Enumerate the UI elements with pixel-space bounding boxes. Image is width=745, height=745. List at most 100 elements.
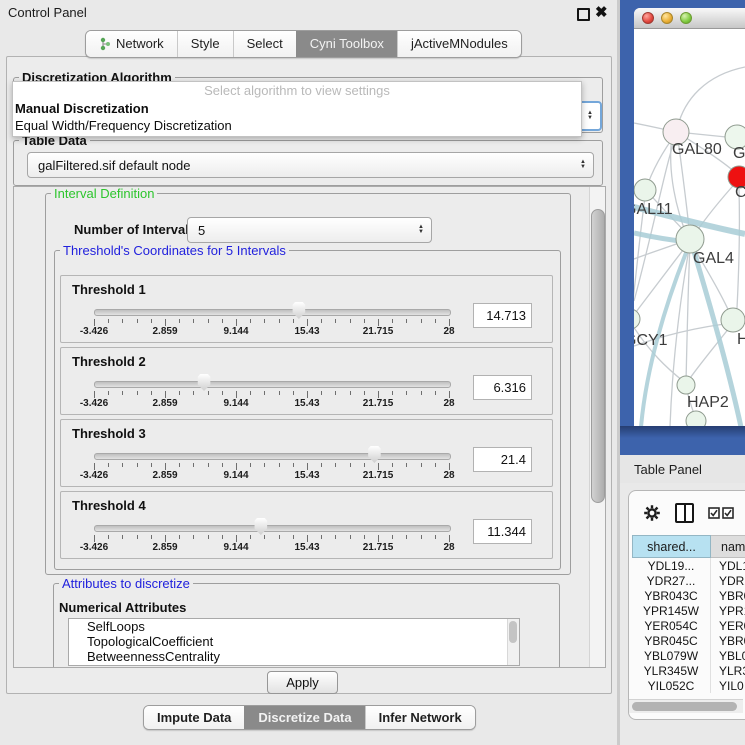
column-header-1[interactable]: shared... [632, 535, 711, 558]
slider-thumb[interactable] [197, 374, 212, 391]
table-row[interactable]: YDL19...YDL1 [632, 558, 745, 573]
table-cell: YDL1 [711, 558, 745, 573]
tab-label: Network [116, 31, 164, 57]
tab-label: Infer Network [379, 706, 462, 729]
slider-thumb[interactable] [291, 302, 306, 319]
combo-stepper-icon: ▲▼ [587, 111, 593, 121]
attribute-item[interactable]: TopologicalCoefficient [69, 634, 519, 649]
slider-track[interactable] [94, 525, 451, 532]
network-edge [677, 67, 745, 129]
tab-jactivemnodules[interactable]: jActiveMNodules [397, 31, 521, 57]
tab-network[interactable]: Network [86, 31, 177, 57]
tab-infer-network[interactable]: Infer Network [365, 706, 475, 729]
slider-ticks [94, 319, 450, 326]
column-header-2[interactable]: name [711, 535, 745, 558]
network-node-label: GAL11 [634, 201, 673, 218]
network-canvas[interactable]: GAL80GACGAL11GAL4GCY1HHAP2 [634, 29, 745, 426]
slider-tick-label: 9.144 [223, 542, 248, 553]
mac-zoom-icon[interactable] [680, 12, 692, 24]
settings-vertical-scrollbar[interactable] [589, 187, 605, 667]
table-row[interactable]: YER054CYER0 [632, 618, 745, 633]
table-row[interactable]: YBL079WYBL0 [632, 648, 745, 663]
mac-minimize-icon[interactable] [661, 12, 673, 24]
select-columns-icon[interactable] [708, 507, 734, 519]
threshold-label: Threshold 2 [72, 354, 146, 369]
table-cell: YBR0 [711, 633, 745, 648]
table-row[interactable]: YIL052CYIL0 [632, 678, 745, 693]
tab-label: Select [247, 31, 283, 57]
table-cell: YBR043C [632, 588, 711, 603]
tab-style[interactable]: Style [177, 31, 233, 57]
interval-definition-group: Interval Definition Number of Intervals … [45, 193, 571, 575]
slider-tick-label: 9.144 [223, 470, 248, 481]
network-node-gcy1[interactable] [634, 309, 640, 329]
number-of-intervals-select[interactable]: 5 ▲▼ [187, 217, 432, 243]
slider-tick-label: 15.43 [294, 470, 319, 481]
table-row[interactable]: YBR043CYBR0 [632, 588, 745, 603]
tab-label: Impute Data [157, 706, 231, 729]
network-node-hap2[interactable] [677, 376, 695, 394]
table-row[interactable]: YLR345WYLR3 [632, 663, 745, 678]
cyni-mode-tabs: Impute Data Discretize Data Infer Network [143, 705, 476, 730]
apply-button[interactable]: Apply [267, 671, 338, 694]
threshold-value-field[interactable]: 11.344 [473, 519, 532, 544]
threshold-value-field[interactable]: 21.4 [473, 447, 532, 472]
tab-cyni-toolbox[interactable]: Cyni Toolbox [296, 31, 397, 57]
threshold-4-box: Threshold 4-3.4262.8599.14415.4321.71528… [60, 491, 553, 559]
network-node-h[interactable] [721, 308, 745, 332]
dropdown-hint: Select algorithm to view settings [13, 82, 581, 100]
tab-select[interactable]: Select [233, 31, 296, 57]
slider-track[interactable] [94, 309, 451, 316]
table-toolbar [629, 491, 745, 535]
slider-tick-label: -3.426 [80, 326, 108, 337]
threshold-value-field[interactable]: 14.713 [473, 303, 532, 328]
threshold-2-box: Threshold 2-3.4262.8599.14415.4321.71528… [60, 347, 553, 415]
network-node[interactable] [686, 411, 706, 426]
network-window: GAL80GACGAL11GAL4GCY1HHAP2 [634, 8, 745, 426]
slider-thumb[interactable] [367, 446, 382, 463]
table-cell: YPR145W [632, 603, 711, 618]
network-node-gal11[interactable] [634, 179, 656, 201]
numerical-attributes-list[interactable]: SelfLoopsTopologicalCoefficientBetweenne… [68, 618, 520, 666]
network-node-label: GCY1 [634, 332, 668, 349]
dropdown-option-0[interactable]: Manual Discretization [13, 100, 581, 117]
mac-close-icon[interactable] [642, 12, 654, 24]
gear-icon[interactable] [643, 504, 661, 522]
table-row[interactable]: YPR145WYPR1 [632, 603, 745, 618]
threshold-1-box: Threshold 1-3.4262.8599.14415.4321.71528… [60, 275, 553, 343]
attributes-list-scrollbar[interactable] [507, 619, 519, 665]
table-row[interactable]: YDR27...YDR2 [632, 573, 745, 588]
table-data-select[interactable]: galFiltered.sif default node ▲▼ [27, 152, 594, 178]
attribute-item[interactable]: SelfLoops [69, 619, 519, 634]
slider-tick-label: 2.859 [152, 326, 177, 337]
slider-track[interactable] [94, 381, 451, 388]
network-node-label: C [735, 184, 745, 201]
network-window-titlebar[interactable] [634, 8, 745, 29]
attributes-list-scrollbar-thumb[interactable] [509, 621, 517, 643]
threshold-value-field[interactable]: 6.316 [473, 375, 532, 400]
network-node-label: GAL4 [693, 250, 734, 267]
table-horizontal-scrollbar[interactable] [629, 699, 743, 713]
table-cell: YDR2 [711, 573, 745, 588]
slider-tick-label: -3.426 [80, 398, 108, 409]
close-icon[interactable]: ✖ [595, 3, 608, 21]
slider-tick-label: 21.715 [363, 470, 394, 481]
table-scrollbar-thumb[interactable] [632, 702, 737, 711]
network-node-label: GAL80 [672, 141, 722, 158]
slider-tick-label: 15.43 [294, 326, 319, 337]
float-window-icon[interactable] [577, 8, 590, 21]
slider-track[interactable] [94, 453, 451, 460]
network-node-label: HAP2 [687, 394, 729, 411]
node-table-container: shared...name YDL19...YDL1YDR27...YDR2YB… [628, 490, 745, 720]
tab-impute-data[interactable]: Impute Data [144, 706, 244, 729]
number-of-intervals-label: Number of Intervals [74, 222, 196, 237]
network-node-gal4[interactable] [676, 225, 704, 253]
tab-discretize-data[interactable]: Discretize Data [244, 706, 364, 729]
slider-thumb[interactable] [253, 518, 268, 535]
table-row[interactable]: YBR045CYBR0 [632, 633, 745, 648]
numerical-attributes-label: Numerical Attributes [59, 600, 186, 615]
split-columns-icon[interactable] [675, 503, 694, 523]
settings-scrollbar-thumb[interactable] [591, 209, 605, 503]
dropdown-option-1[interactable]: Equal Width/Frequency Discretization [13, 117, 581, 134]
attribute-item[interactable]: BetweennessCentrality [69, 649, 519, 664]
